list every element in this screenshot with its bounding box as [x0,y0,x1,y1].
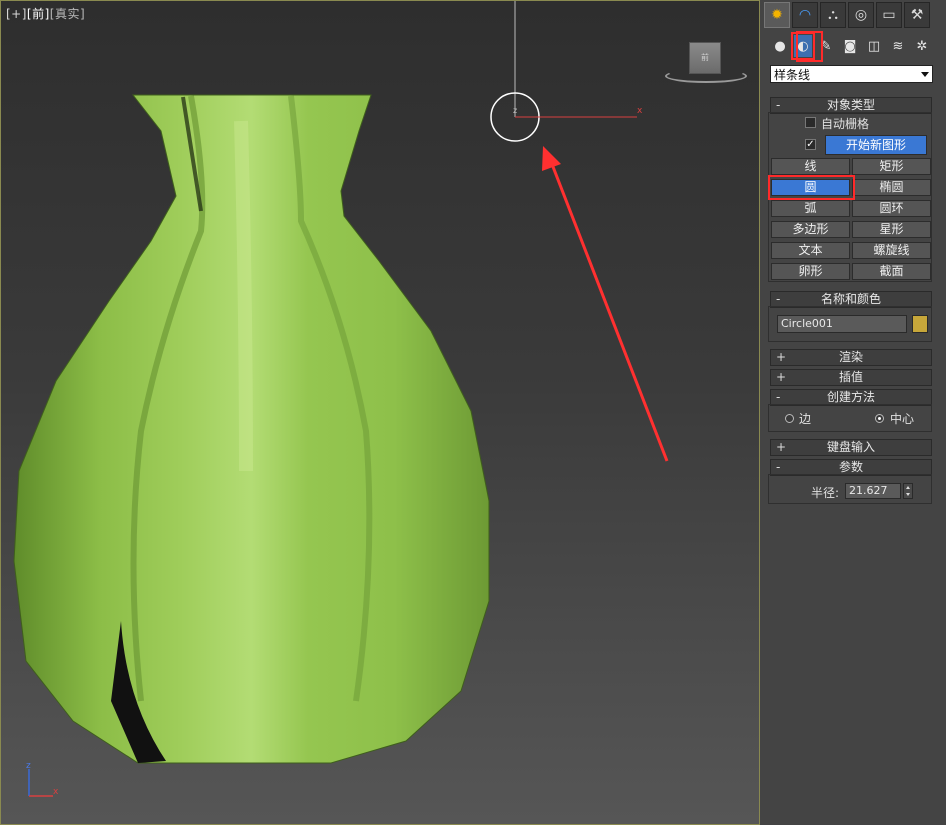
parameters-title: 参数 [838,460,863,474]
front-viewport[interactable]: [+][前][真实] x z z x 前 [0,0,760,825]
egg-button[interactable]: 卵形 [771,263,850,280]
create-tab[interactable]: ✹ [764,2,790,28]
systems-button[interactable]: ✲ [912,36,932,56]
section-button[interactable]: 截面 [852,263,931,280]
geometry-icon: ● [774,38,786,54]
helix-button[interactable]: 螺旋线 [852,242,931,259]
spacewarps-icon: ≋ [892,38,904,54]
utilities-tab[interactable]: ⚒ [904,2,930,28]
hierarchy-icon: ⛬ [828,7,838,23]
radius-spinner[interactable] [903,483,913,499]
spacewarps-button[interactable]: ≋ [888,36,908,56]
object-type-title: 对象类型 [826,98,875,112]
radius-label: 半径: [811,486,840,500]
collapse-sign: - [776,98,781,112]
create-icon: ✹ [771,7,783,23]
egg-label: 卵形 [798,264,823,278]
hierarchy-tab[interactable]: ⛬ [820,2,846,28]
star-label: 星形 [879,222,904,236]
category-dropdown[interactable]: 样条线 [770,65,933,83]
shapes-highlight-box [796,31,823,62]
axis-z-label: z [26,761,31,771]
cameras-icon: ◙ [843,38,857,54]
interpolation-rollout-header[interactable]: + 插值 [770,369,932,386]
keyboard-entry-title: 键盘输入 [826,440,875,454]
check-icon: ✓ [806,139,815,150]
display-icon: ▭ [882,7,896,23]
start-new-shape-checkbox[interactable]: ✓ [805,139,816,150]
annotation-arrow-head [542,146,561,171]
rendering-title: 渲染 [838,350,863,364]
interpolation-title: 插值 [838,370,863,384]
center-label: 中心 [890,412,915,426]
chevron-down-icon [921,72,929,77]
display-tab[interactable]: ▭ [876,2,902,28]
donut-label: 圆环 [879,201,904,215]
line-button[interactable]: 线 [771,158,850,175]
line-label: 线 [804,159,817,173]
arc-label: 弧 [804,201,817,215]
utilities-icon: ⚒ [910,7,924,23]
arc-button[interactable]: 弧 [771,200,850,217]
object-name-value: Circle001 [781,317,833,330]
rendering-rollout-header[interactable]: + 渲染 [770,349,932,366]
name-color-group: Circle001 [768,306,932,342]
edge-radio[interactable] [785,414,794,423]
edge-label: 边 [799,412,812,426]
helpers-button[interactable]: ◫ [864,36,884,56]
collapse-sign: - [776,390,781,404]
gizmo-x-label: x [637,106,643,116]
creation-method-group: 边 中心 [768,404,932,432]
text-button[interactable]: 文本 [771,242,850,259]
radius-field[interactable]: 21.627 [845,483,901,499]
section-label: 截面 [879,264,904,278]
expand-sign: + [776,370,787,384]
viewcube-face-label: 前 [701,53,709,62]
collapse-sign: - [776,292,781,306]
cameras-button[interactable]: ◙ [840,36,860,56]
motion-icon: ◎ [854,7,868,23]
helix-label: 螺旋线 [873,243,910,257]
center-radio[interactable] [875,414,884,423]
autogrid-label: 自动栅格 [821,117,870,131]
ellipse-label: 椭圆 [879,180,904,194]
ellipse-button[interactable]: 椭圆 [852,179,931,196]
radius-value: 21.627 [849,484,888,497]
expand-sign: + [776,350,787,364]
name-color-title: 名称和颜色 [820,292,881,306]
command-panel: ✹ ◠ ⛬ ◎ ▭ ⚒ ● ◐ ✎ ◙ ◫ ≋ ✲ 样条线 - 对象类型 自动栅… [760,0,946,825]
circle-highlight-box [768,175,855,200]
scene-canvas: x z z x [13,1,669,797]
creation-method-title: 创建方法 [826,390,875,404]
geometry-button[interactable]: ● [770,36,790,56]
gizmo-z-label: z [513,106,517,115]
rectangle-button[interactable]: 矩形 [852,158,931,175]
command-panel-tabs: ✹ ◠ ⛬ ◎ ▭ ⚒ [764,2,944,30]
parameters-group: 半径: 21.627 [768,474,932,504]
collapse-sign: - [776,460,781,474]
start-new-shape-button[interactable]: 开始新图形 [825,135,927,155]
star-button[interactable]: 星形 [852,221,931,238]
text-label: 文本 [798,243,823,257]
viewcube-compass-ring[interactable] [665,69,747,83]
modify-icon: ◠ [798,7,812,23]
start-new-shape-label: 开始新图形 [845,138,906,152]
object-name-field[interactable]: Circle001 [777,315,907,333]
ngon-button[interactable]: 多边形 [771,221,850,238]
ngon-label: 多边形 [792,222,829,236]
donut-button[interactable]: 圆环 [852,200,931,217]
annotation-arrow [548,158,669,462]
modify-tab[interactable]: ◠ [792,2,818,28]
helpers-icon: ◫ [867,38,881,54]
keyboard-entry-rollout-header[interactable]: + 键盘输入 [770,439,932,456]
category-dropdown-value: 样条线 [774,68,811,82]
autogrid-checkbox[interactable] [805,117,816,128]
motion-tab[interactable]: ◎ [848,2,874,28]
axis-x-label: x [53,787,59,797]
expand-sign: + [776,440,787,454]
rectangle-label: 矩形 [879,159,904,173]
systems-icon: ✲ [916,38,928,54]
object-color-swatch[interactable] [912,315,928,333]
